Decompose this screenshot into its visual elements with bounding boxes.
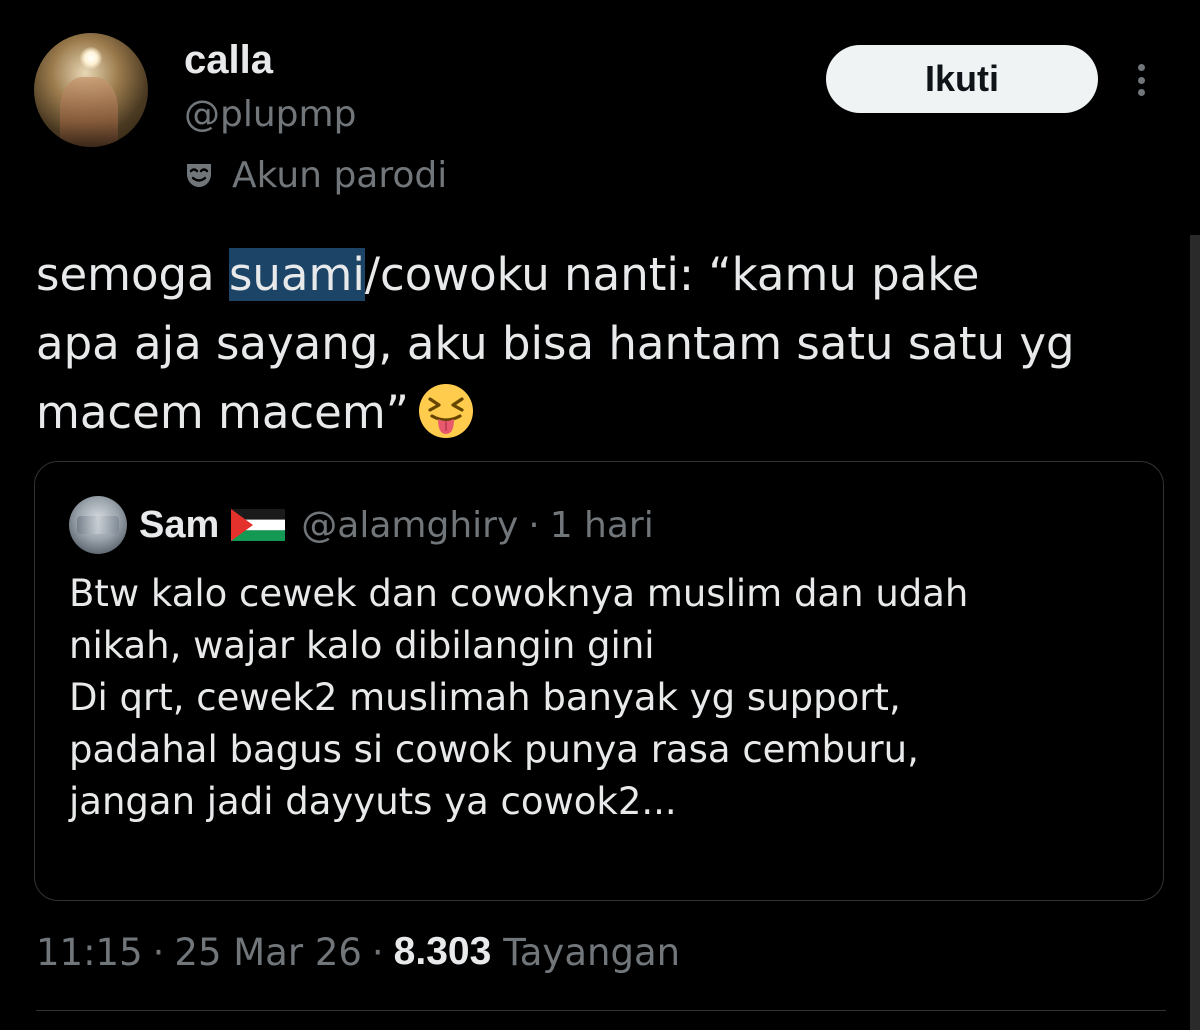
quote-text: Btw kalo cewek dan cowoknya muslim dan u… (69, 572, 969, 823)
quote-avatar[interactable] (69, 496, 127, 554)
quote-avatar-detail (77, 516, 119, 534)
quote-separator: · (528, 504, 540, 546)
more-dot-icon (1137, 64, 1145, 71)
palestine-flag-icon (231, 509, 286, 541)
author-handle[interactable]: @plupmp (184, 92, 356, 138)
selected-text: suami (228, 248, 365, 301)
author-avatar[interactable] (34, 33, 148, 147)
quote-author-name[interactable]: Sam (139, 504, 219, 547)
avatar-figure (60, 77, 118, 147)
quote-author-handle[interactable]: @alamghiry (301, 505, 518, 546)
parody-label: Akun parodi (184, 150, 447, 200)
more-dot-icon (1137, 89, 1145, 96)
meta-separator: · (152, 930, 165, 974)
tweet-meta: 11:15 · 25 Mar 26 · 8.303 Tayangan (36, 926, 680, 978)
parody-text: Akun parodi (232, 154, 448, 196)
quote-timestamp[interactable]: 1 hari (550, 505, 654, 546)
scrollbar[interactable] (1190, 235, 1200, 1030)
tweet-text-start: semoga (36, 248, 229, 301)
views-count: 8.303 (393, 930, 492, 973)
follow-button[interactable]: Ikuti (826, 45, 1098, 113)
more-dot-icon (1137, 76, 1145, 84)
squinting-tongue-emoji-icon (418, 384, 473, 438)
author-name[interactable]: calla (184, 36, 273, 84)
quoted-tweet[interactable]: Sam @alamghiry · 1 hari Btw kalo cewek d… (34, 461, 1164, 901)
meta-separator: · (371, 930, 384, 974)
quote-header: Sam @alamghiry · 1 hari (139, 500, 654, 550)
tweet-text: semoga suami/cowoku nanti: “kamu pake ap… (36, 240, 1176, 447)
divider (36, 1010, 1166, 1011)
avatar-flash (80, 47, 102, 69)
tweet-time[interactable]: 11:15 (36, 931, 143, 974)
mask-icon (187, 164, 211, 187)
more-options-button[interactable] (1124, 58, 1158, 102)
views-label: Tayangan (503, 930, 681, 974)
tweet-date[interactable]: 25 Mar 26 (174, 931, 362, 974)
